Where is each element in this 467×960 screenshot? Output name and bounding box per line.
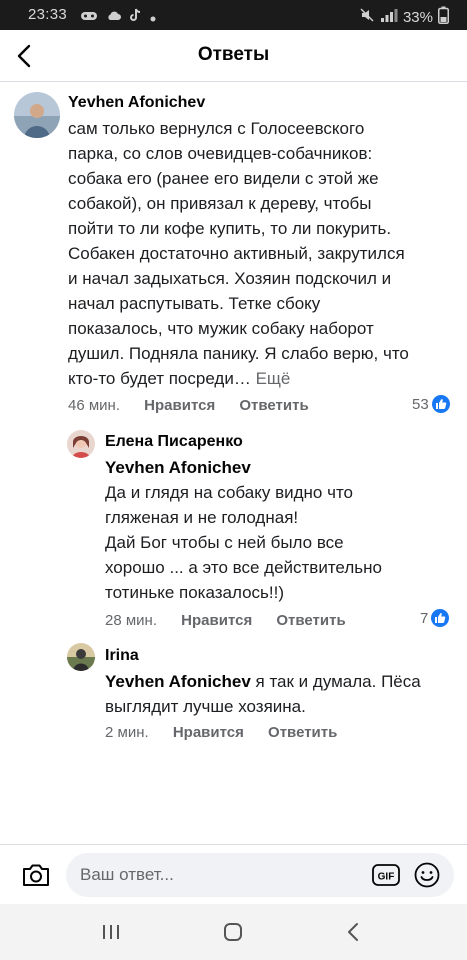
battery-percent: 33%: [402, 8, 433, 26]
gif-label: GIF: [378, 872, 395, 883]
avatar[interactable]: [67, 643, 95, 671]
page-title: Ответы: [197, 44, 270, 65]
like-button[interactable]: Нравится: [173, 724, 244, 741]
reply-line: хорошо ... а это все действительно: [105, 558, 382, 577]
comment-meta: 46 мин. Нравится Ответить: [68, 397, 309, 414]
comment-line-truncated: кто-то будет посреди…: [68, 369, 251, 388]
header: Ответы: [0, 30, 467, 82]
reaction-count[interactable]: 53: [412, 395, 450, 413]
nav-back-icon[interactable]: [334, 918, 374, 946]
comment-line: душил. Подняла панику. Я слабо верю, что: [68, 344, 409, 363]
reply-button[interactable]: Ответить: [268, 724, 337, 741]
mention-link[interactable]: Yevhen Afonichev: [105, 672, 251, 691]
reply-input-container: GIF: [66, 853, 454, 897]
tiktok-icon: [130, 8, 142, 26]
recents-icon[interactable]: [91, 918, 131, 946]
reply-line: Yevhen Afonichev я так и думала. Пёса: [105, 669, 421, 694]
reply-line: выглядит лучше хозяина.: [105, 697, 306, 716]
reply-meta: 2 мин. Нравится Ответить: [105, 724, 337, 741]
status-notification-icons: [80, 8, 156, 26]
reply-line: Дай Бог чтобы с ней было все: [105, 533, 344, 552]
status-system-icons: 33%: [359, 6, 449, 28]
dot-icon: [150, 9, 156, 26]
like-button[interactable]: Нравится: [144, 397, 215, 414]
gamepad-icon: [80, 9, 98, 26]
reply-line: тотиньке показалось!!): [105, 583, 285, 602]
signal-icon: [380, 8, 398, 26]
reply-input[interactable]: [80, 853, 360, 897]
thumbs-up-icon: [431, 609, 450, 627]
replies-screen: Ответы Yevhen Afonichev сам только верну…: [0, 30, 467, 904]
reply-time: 28 мин.: [105, 612, 157, 629]
comment-line: сам только вернулся с Голосеевского: [68, 119, 365, 138]
reply-button[interactable]: Ответить: [276, 612, 345, 629]
reply-meta: 28 мин. Нравится Ответить: [105, 612, 346, 629]
reaction-count[interactable]: 7: [420, 609, 450, 627]
reply-author[interactable]: Елена Писаренко: [105, 433, 243, 451]
reply-line-rest: я так и думала. Пёса: [250, 672, 421, 691]
reply-author[interactable]: Irina: [105, 647, 139, 665]
reply-text: Yevhen Afonichev я так и думала. Пёса вы…: [105, 669, 421, 719]
comment-line: собакой), он привязал к дереву, чтобы: [68, 194, 372, 213]
avatar[interactable]: [14, 92, 60, 138]
reply-composer: GIF: [0, 844, 467, 904]
reply-line: гляженая и не голодная!: [105, 508, 299, 527]
reaction-number: 53: [412, 395, 429, 413]
system-nav-bar: [0, 904, 467, 960]
gif-icon[interactable]: GIF: [372, 863, 400, 887]
comment-line: собака его (ранее его видели с этой же: [68, 169, 379, 188]
reply-line: Да и глядя на собаку видно что: [105, 483, 353, 502]
reply-time: 2 мин.: [105, 724, 149, 741]
camera-icon[interactable]: [20, 859, 52, 891]
comment-line: Собакен достаточно активный, закрутился: [68, 244, 405, 263]
status-bar: 23:33 33%: [0, 0, 467, 30]
comment-time: 46 мин.: [68, 397, 120, 414]
battery-icon: [438, 6, 449, 28]
mute-icon: [359, 7, 375, 27]
thumbs-up-icon: [431, 395, 450, 413]
comment-line: показалось, что мужик собаку наборот: [68, 319, 374, 338]
home-icon[interactable]: [213, 918, 253, 946]
comment-text: сам только вернулся с Голосеевского парк…: [68, 116, 409, 391]
reaction-number: 7: [420, 609, 429, 627]
avatar[interactable]: [67, 430, 95, 458]
comment-line: начал распутывать. Тетке сбоку: [68, 294, 321, 313]
comment-line: кто-то будет посреди… Ещё: [68, 366, 409, 391]
cloud-icon: [106, 9, 122, 26]
emoji-icon[interactable]: [414, 862, 440, 888]
mention-link[interactable]: Yevhen Afonichev: [105, 455, 382, 480]
reply-button[interactable]: Ответить: [239, 397, 308, 414]
comment-line: пойти то ли кофе купить, то ли покурить.: [68, 219, 392, 238]
comment-line: парка, со слов очевидцев-собачников:: [68, 144, 373, 163]
comment-line: и начал задыхаться. Хозяин подскочил и: [68, 269, 392, 288]
reply-text: Yevhen Afonichev Да и глядя на собаку ви…: [105, 455, 382, 605]
comment-author[interactable]: Yevhen Afonichev: [68, 94, 205, 112]
like-button[interactable]: Нравится: [181, 612, 252, 629]
status-time: 23:33: [28, 6, 68, 23]
see-more-link[interactable]: Ещё: [256, 369, 291, 388]
